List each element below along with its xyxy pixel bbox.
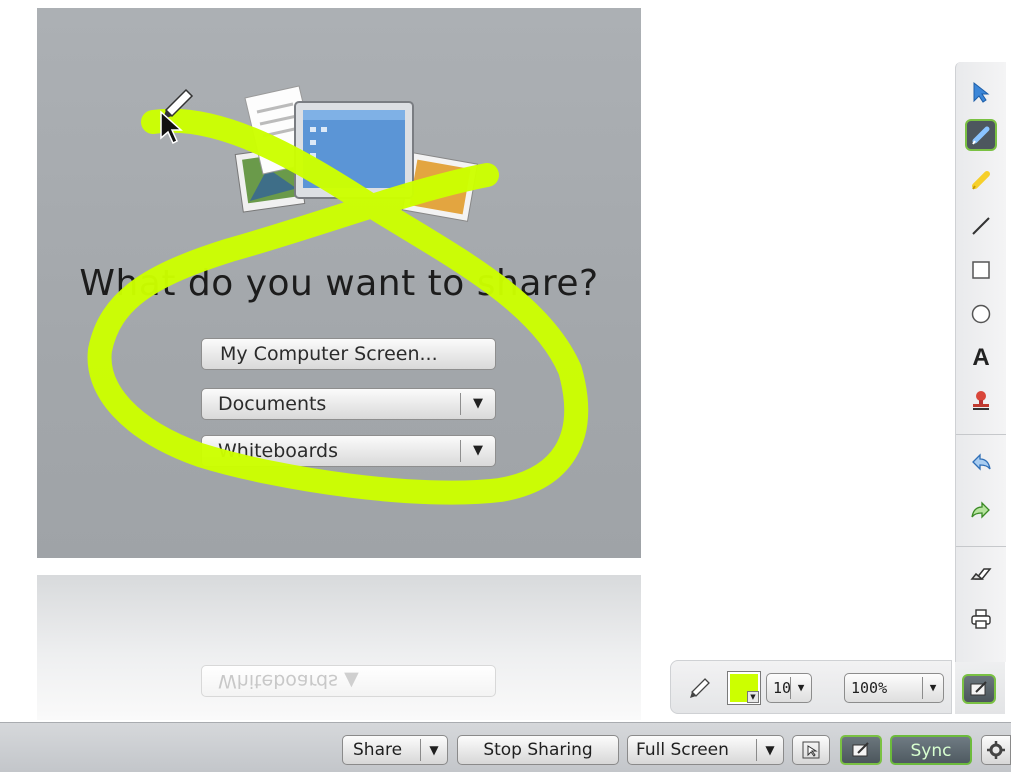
pen-icon xyxy=(972,126,990,145)
pointer-tool[interactable] xyxy=(965,76,997,108)
text-icon: A xyxy=(972,344,990,371)
full-screen-dropdown-icon[interactable]: ▼ xyxy=(756,739,783,761)
line-icon xyxy=(972,217,990,235)
sync-label: Sync xyxy=(910,741,952,761)
print-icon xyxy=(971,609,991,629)
ink-color-picker[interactable]: ▼ xyxy=(727,671,761,705)
annotation-tool-strip: A xyxy=(955,62,1006,662)
settings-button[interactable] xyxy=(981,735,1011,765)
share-dropdown-icon[interactable]: ▼ xyxy=(420,739,447,761)
pointer-mode-button[interactable] xyxy=(792,735,830,765)
zoom-dropdown-icon[interactable]: ▼ xyxy=(922,677,943,699)
ellipse-icon xyxy=(971,304,991,324)
print-tool[interactable] xyxy=(965,603,997,635)
undo-tool[interactable] xyxy=(965,446,997,478)
share-button[interactable]: Share ▼ xyxy=(342,735,448,765)
gear-icon xyxy=(987,741,1005,759)
meeting-control-bar: Share ▼ Stop Sharing Full Screen ▼ Sync xyxy=(0,722,1011,772)
highlighter-icon xyxy=(972,171,990,190)
line-tool[interactable] xyxy=(965,210,997,242)
stamp-icon xyxy=(973,391,989,410)
annotation-stroke xyxy=(87,108,589,505)
eraser-tool[interactable] xyxy=(965,558,997,590)
pen-tool[interactable] xyxy=(965,119,997,151)
color-dropdown-icon: ▼ xyxy=(747,691,759,703)
ellipse-tool[interactable] xyxy=(965,298,997,330)
pen-size-value: 10 xyxy=(773,679,792,697)
eraser-icon xyxy=(970,568,992,580)
ink-color-swatch: ▼ xyxy=(730,674,759,703)
pen-size-select[interactable]: 10 ▼ xyxy=(766,673,812,703)
text-tool[interactable]: A xyxy=(965,342,997,374)
pen-outline-icon xyxy=(690,678,710,698)
rectangle-icon xyxy=(972,261,990,279)
full-screen-button[interactable]: Full Screen ▼ xyxy=(627,735,784,765)
zoom-select[interactable]: 100% ▼ xyxy=(844,673,944,703)
pen-size-dropdown-icon[interactable]: ▼ xyxy=(790,677,811,699)
redo-icon xyxy=(971,501,990,519)
stamp-tool[interactable] xyxy=(965,384,997,416)
zoom-value: 100% xyxy=(851,679,888,697)
whiteboard-annotation-layer xyxy=(87,88,589,505)
pointer-icon xyxy=(973,81,990,103)
annotate-icon xyxy=(970,681,987,696)
pen-options-bar: ▼ 10 ▼ 100% ▼ xyxy=(670,660,952,714)
redo-tool[interactable] xyxy=(965,494,997,526)
annotate-mode-icon xyxy=(852,742,869,757)
pointer-outline-icon xyxy=(802,741,820,759)
share-label: Share xyxy=(353,740,403,760)
tool-separator xyxy=(956,434,1006,435)
tool-separator xyxy=(956,546,1006,547)
stop-sharing-button[interactable]: Stop Sharing xyxy=(457,735,619,765)
annotation-toggle-button[interactable] xyxy=(962,674,996,704)
stop-sharing-label: Stop Sharing xyxy=(483,740,593,760)
undo-icon xyxy=(972,453,991,471)
full-screen-label: Full Screen xyxy=(636,740,729,760)
highlighter-tool[interactable] xyxy=(965,164,997,196)
sync-button[interactable]: Sync xyxy=(890,735,972,765)
annotate-mode-button[interactable] xyxy=(840,735,882,765)
annotation-toggle-panel xyxy=(955,662,1005,714)
rectangle-tool[interactable] xyxy=(965,254,997,286)
